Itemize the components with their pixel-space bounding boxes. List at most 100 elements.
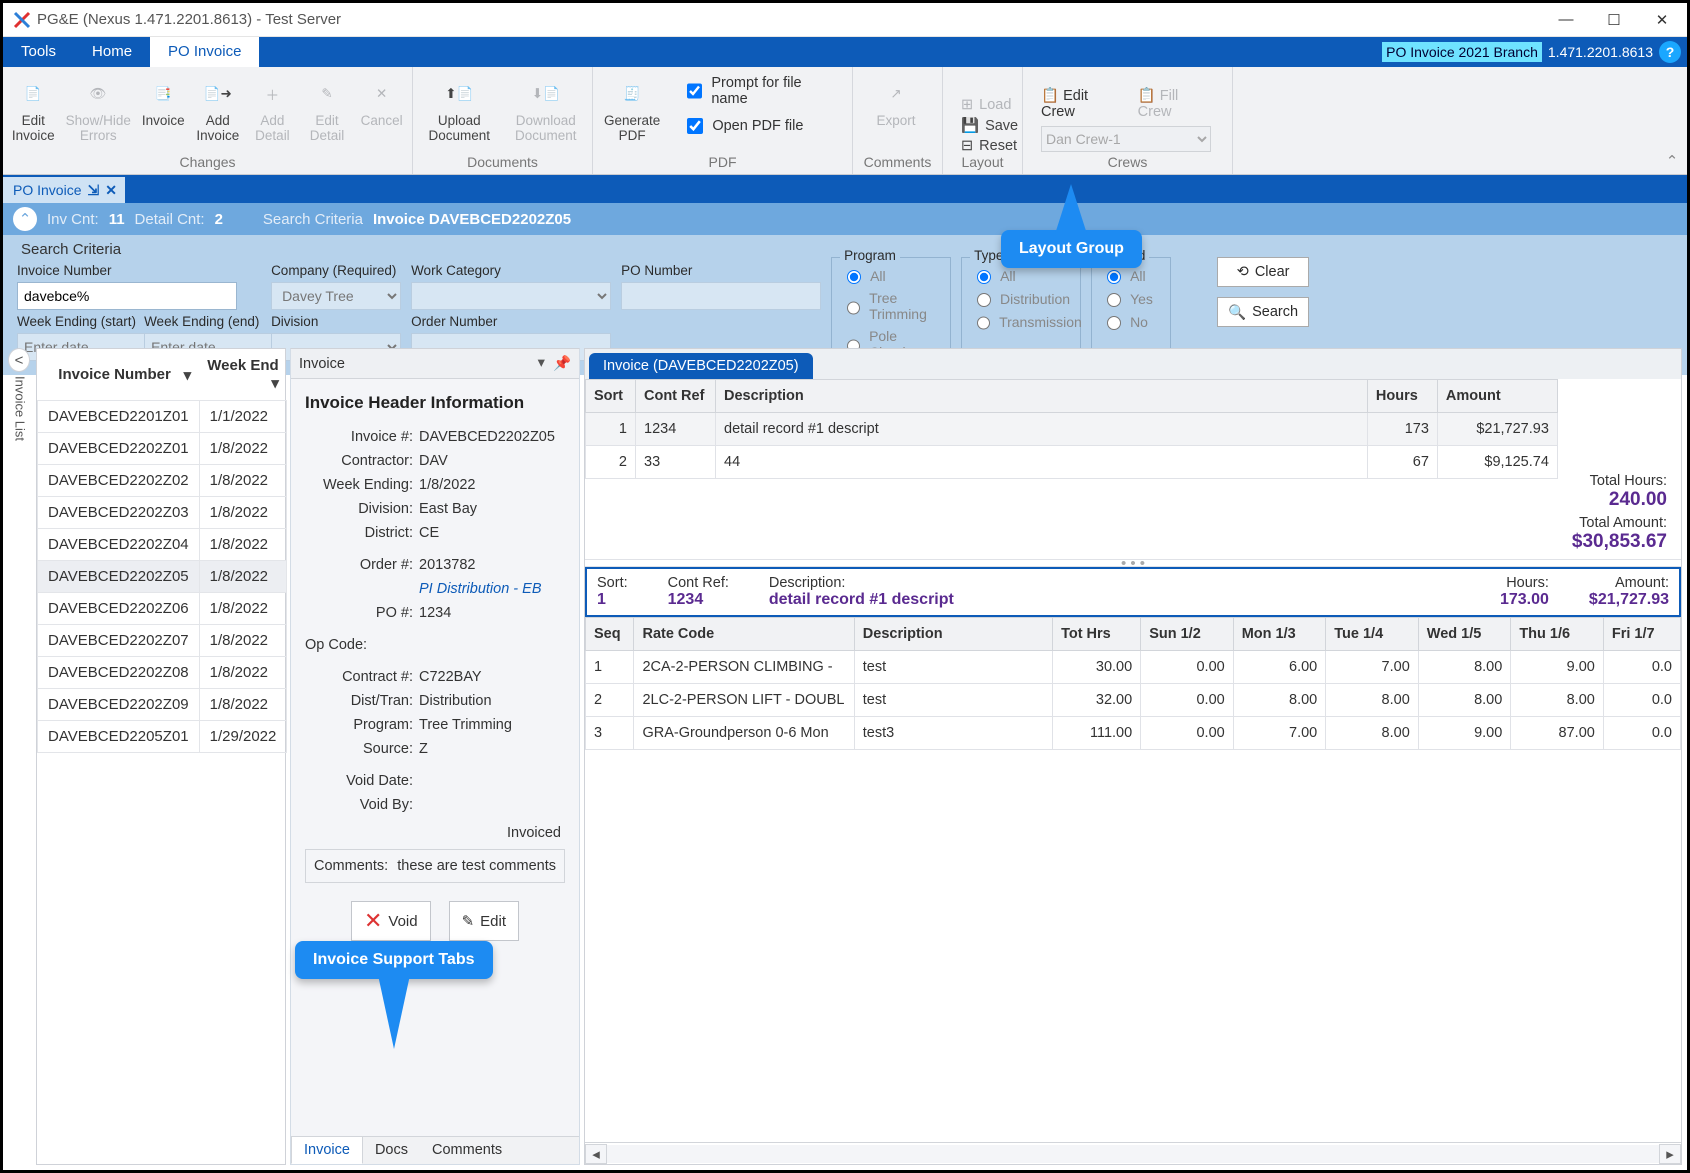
void-button[interactable]: ✕Void: [351, 901, 431, 941]
po-number-input[interactable]: [621, 282, 821, 310]
menu-home[interactable]: Home: [74, 37, 150, 67]
search-button[interactable]: 🔍Search: [1217, 297, 1309, 327]
close-tab-icon[interactable]: ✕: [105, 182, 117, 199]
layout-reset-button[interactable]: ⊟Reset: [961, 138, 1004, 154]
invoice-button[interactable]: 📑Invoice: [141, 75, 186, 128]
edit-invoice-button[interactable]: 📄Edit Invoice: [11, 75, 56, 143]
col-invoice-number[interactable]: Invoice Number▾: [38, 349, 200, 401]
add-invoice-button[interactable]: 📄➜Add Invoice: [196, 75, 241, 143]
type-all-radio[interactable]: [977, 270, 991, 284]
criteria-title: Search Criteria: [21, 241, 121, 258]
detail-row[interactable]: 2334467$9,125.74: [586, 446, 1558, 479]
export-comments-button[interactable]: ↗Export: [861, 75, 931, 128]
col-sort[interactable]: Sort: [586, 380, 636, 413]
subdetail-header: Sort:1 Cont Ref:1234 Description:detail …: [585, 567, 1681, 617]
add-detail-button[interactable]: ＋Add Detail: [250, 75, 295, 143]
cancel-button[interactable]: ✕Cancel: [359, 75, 404, 128]
panel-menu-icon[interactable]: ▾: [538, 355, 545, 372]
invoice-list-row[interactable]: DAVEBCED2202Z011/8/2022: [38, 433, 287, 465]
changes-group-label: Changes: [11, 154, 404, 172]
open-pdf-checkbox[interactable]: Open PDF file: [683, 115, 834, 137]
invoice-list-row[interactable]: DAVEBCED2202Z061/8/2022: [38, 593, 287, 625]
col-amount[interactable]: Amount: [1437, 380, 1557, 413]
ribbon-collapse-button[interactable]: ⌃: [1657, 67, 1687, 174]
invoice-icon: 📑: [146, 77, 180, 111]
panel-pin-icon[interactable]: 📌: [553, 355, 571, 372]
pencil-icon: ✎: [310, 77, 344, 111]
invoice-list-row[interactable]: DAVEBCED2201Z011/1/2022: [38, 401, 287, 433]
detail-row[interactable]: 11234detail record #1 descript173$21,727…: [586, 413, 1558, 446]
eye-icon: 👁: [81, 77, 115, 111]
upload-document-button[interactable]: ⬆📄Upload Document: [421, 75, 498, 143]
menu-tools[interactable]: Tools: [3, 37, 74, 67]
work-category-select[interactable]: [411, 282, 611, 310]
show-hide-errors-button[interactable]: 👁Show/Hide Errors: [66, 75, 131, 143]
col-description[interactable]: Description: [716, 380, 1368, 413]
edit-detail-button[interactable]: ✎Edit Detail: [305, 75, 350, 143]
voided-all-radio[interactable]: [1107, 270, 1121, 284]
help-icon[interactable]: ?: [1659, 41, 1681, 63]
invoice-list-row[interactable]: DAVEBCED2202Z031/8/2022: [38, 497, 287, 529]
layout-load-button[interactable]: ⊞Load: [961, 97, 1004, 113]
branch-label: PO Invoice 2021 Branch: [1382, 42, 1542, 62]
invoice-list-row[interactable]: DAVEBCED2205Z011/29/2022: [38, 721, 287, 753]
scroll-left-button[interactable]: ◂: [585, 1144, 607, 1164]
detail-tab[interactable]: Invoice (DAVEBCED2202Z05): [589, 353, 813, 379]
invoice-list-row[interactable]: DAVEBCED2202Z071/8/2022: [38, 625, 287, 657]
collapse-summary-button[interactable]: ⌃: [13, 207, 37, 231]
subdetail-row[interactable]: 3GRA-Groundperson 0-6 Montest3111.000.00…: [586, 717, 1681, 750]
horizontal-scrollbar[interactable]: ◂ ▸: [585, 1142, 1681, 1164]
tab-comments[interactable]: Comments: [420, 1137, 514, 1164]
scroll-right-button[interactable]: ▸: [1659, 1144, 1681, 1164]
filter-icon[interactable]: ▾: [271, 374, 279, 392]
save-icon: 💾: [961, 117, 979, 134]
type-transmission-radio[interactable]: [977, 316, 990, 330]
subdetail-row[interactable]: 12CA-2-PERSON CLIMBING -test30.000.006.0…: [586, 651, 1681, 684]
col-week-end[interactable]: Week End▾: [199, 349, 287, 401]
invoice-list-row[interactable]: DAVEBCED2202Z041/8/2022: [38, 529, 287, 561]
invoice-list-row[interactable]: DAVEBCED2202Z051/8/2022: [38, 561, 287, 593]
edit-button[interactable]: ✎Edit: [449, 901, 519, 941]
invoice-number-input[interactable]: [17, 282, 237, 310]
comments-box: Comments: these are test comments: [305, 849, 565, 883]
collapse-left-button[interactable]: <: [8, 348, 30, 372]
voided-no-radio[interactable]: [1107, 316, 1121, 330]
voided-yes-radio[interactable]: [1107, 293, 1121, 307]
pin-icon[interactable]: ⇲: [87, 182, 99, 199]
close-button[interactable]: ✕: [1653, 11, 1671, 29]
invoice-list-row[interactable]: DAVEBCED2202Z021/8/2022: [38, 465, 287, 497]
company-select[interactable]: Davey Tree: [271, 282, 401, 310]
splitter[interactable]: • • •: [585, 559, 1681, 567]
filter-icon[interactable]: ▾: [184, 366, 192, 384]
col-hours[interactable]: Hours: [1367, 380, 1437, 413]
document-tab-po-invoice[interactable]: PO Invoice ⇲ ✕: [3, 177, 125, 203]
edit-crew-button[interactable]: 📋 Edit Crew: [1041, 87, 1124, 120]
generate-pdf-button[interactable]: 🧾Generate PDF: [601, 75, 663, 143]
menu-po-invoice[interactable]: PO Invoice: [150, 37, 259, 67]
program-tree-trimming-radio[interactable]: [847, 301, 860, 315]
invoice-panel-title: Invoice: [299, 356, 345, 372]
tab-docs[interactable]: Docs: [363, 1137, 420, 1164]
fill-crew-button[interactable]: 📋 Fill Crew: [1138, 87, 1214, 120]
layout-save-button[interactable]: 💾Save: [961, 117, 1004, 134]
program-all-radio[interactable]: [847, 270, 861, 284]
subdetail-grid: Seq Rate Code Description Tot Hrs Sun 1/…: [585, 617, 1681, 750]
invoiced-label: Invoiced: [305, 825, 565, 841]
clear-button[interactable]: ⟲Clear: [1217, 257, 1309, 287]
pi-link[interactable]: PI Distribution - EB: [419, 581, 542, 597]
invoice-list-row[interactable]: DAVEBCED2202Z091/8/2022: [38, 689, 287, 721]
subdetail-row[interactable]: 22LC-2-PERSON LIFT - DOUBLtest32.000.008…: [586, 684, 1681, 717]
prompt-filename-checkbox[interactable]: Prompt for file name: [683, 75, 834, 107]
voided-radio-group: Voided All Yes No: [1091, 257, 1171, 355]
col-cont-ref[interactable]: Cont Ref: [636, 380, 716, 413]
add-detail-icon: ＋: [255, 77, 289, 111]
comments-group-label: Comments: [861, 154, 934, 172]
tab-invoice[interactable]: Invoice: [291, 1136, 363, 1164]
download-document-button[interactable]: ⬇📄Download Document: [508, 75, 585, 143]
total-hours-value: 240.00: [1609, 489, 1667, 510]
maximize-button[interactable]: ☐: [1605, 11, 1623, 29]
invoice-list-row[interactable]: DAVEBCED2202Z081/8/2022: [38, 657, 287, 689]
minimize-button[interactable]: —: [1557, 11, 1575, 28]
crew-select[interactable]: Dan Crew-1: [1041, 126, 1211, 152]
type-distribution-radio[interactable]: [977, 293, 991, 307]
